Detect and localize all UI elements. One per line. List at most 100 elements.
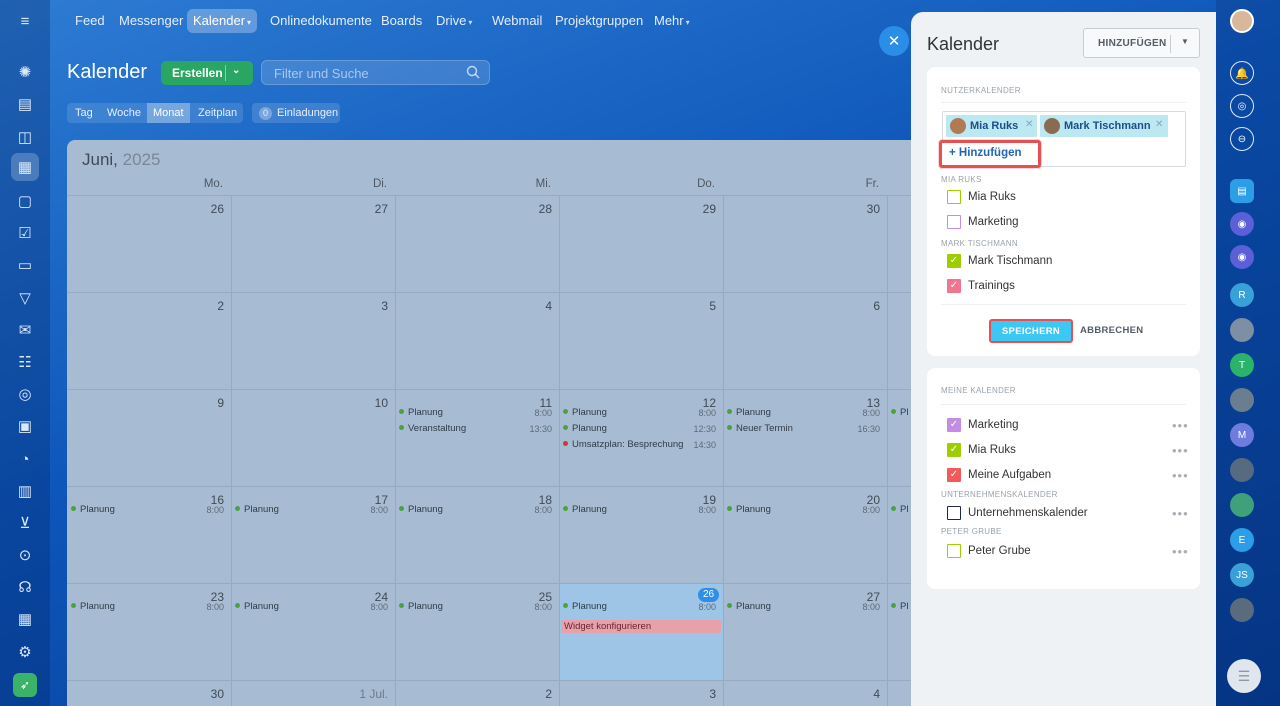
calendar-checkbox-row[interactable]: ✓ Mia Ruks (947, 443, 1187, 459)
chevron-down-icon[interactable]: ▼ (1181, 37, 1189, 46)
tab-month[interactable]: Monat (147, 103, 190, 123)
close-icon[interactable]: ✕ (879, 26, 909, 56)
user-avatar[interactable] (1230, 458, 1254, 482)
day-number[interactable]: 3 (676, 687, 716, 701)
groups-icon[interactable]: ☷ (13, 350, 37, 374)
user-avatar[interactable] (1230, 598, 1254, 622)
remove-icon[interactable]: ✕ (1155, 119, 1163, 130)
calendar-icon[interactable]: ▦ (11, 153, 39, 181)
checkbox[interactable]: ✓ (947, 418, 961, 432)
inventory-icon[interactable]: ▦ (13, 607, 37, 631)
widget-event[interactable]: Widget konfigurieren (561, 620, 721, 633)
search-input[interactable]: Filter und Suche (261, 60, 490, 85)
calendar-event-clipped[interactable]: Pl (891, 407, 908, 419)
crm-icon[interactable]: ▽ (13, 286, 37, 310)
calendar-checkbox-row[interactable]: ✓ Meine Aufgaben (947, 468, 1187, 484)
day-number[interactable]: 1 Jul. (348, 687, 388, 701)
cart-icon[interactable]: ⊻ (13, 511, 37, 535)
calendar-event[interactable]: Planung (399, 601, 443, 613)
day-number[interactable]: 6 (840, 299, 880, 313)
calendar-event[interactable]: Umsatzplan: Besprechung (563, 439, 683, 451)
user-avatar[interactable] (1230, 388, 1254, 412)
calendar-checkbox-row[interactable]: Peter Grube (947, 544, 1187, 560)
day-number[interactable]: 5 (676, 299, 716, 313)
day-number[interactable]: 30 (184, 687, 224, 701)
calendar-checkbox-row[interactable]: ✓ Mark Tischmann (947, 254, 1187, 270)
calendar-event[interactable]: Planung (727, 601, 771, 613)
menu-icon[interactable]: ≡ (13, 9, 37, 33)
feed-icon[interactable]: ▤ (13, 92, 37, 116)
channel-avatar[interactable]: ◉ (1230, 212, 1254, 236)
create-button[interactable]: Erstellen ⌄ (161, 61, 253, 85)
calendar-event[interactable]: Planung (399, 504, 443, 516)
pulse-icon[interactable]: ✺ (13, 60, 37, 84)
robot-icon[interactable]: ☊ (13, 575, 37, 599)
calendar-event[interactable]: Planung (235, 504, 279, 516)
checkbox[interactable]: ✓ (947, 254, 961, 268)
more-icon[interactable]: ••• (1172, 444, 1189, 457)
channel-avatar[interactable]: ◉ (1230, 245, 1254, 269)
user-avatar[interactable] (1230, 493, 1254, 517)
day-number[interactable]: 28 (512, 202, 552, 216)
calendar-event[interactable]: Planung (71, 504, 115, 516)
nav-calendar[interactable]: Kalender ▾ (187, 9, 258, 33)
user-avatar[interactable] (1230, 318, 1254, 342)
nav-drive[interactable]: Drive ▾ (430, 9, 478, 33)
checkbox[interactable]: ✓ (947, 468, 961, 482)
pulse-icon[interactable]: ◎ (1230, 94, 1254, 118)
current-user-avatar[interactable] (1230, 9, 1254, 33)
chat-avatar[interactable]: E (1230, 528, 1254, 552)
rocket-icon[interactable]: ➶ (13, 673, 37, 697)
checkbox[interactable]: ✓ (947, 279, 961, 293)
calendar-event-clipped[interactable]: Pl (891, 601, 908, 613)
nav-webmail[interactable]: Webmail (486, 9, 548, 33)
chat-widget-button[interactable]: ☰ (1227, 659, 1261, 693)
checkbox[interactable]: ✓ (947, 443, 961, 457)
invitations-button[interactable]: 0 Einladungen (252, 103, 340, 123)
board-icon[interactable]: ▣ (13, 414, 37, 438)
tab-week[interactable]: Woche (101, 103, 147, 123)
tickets-icon[interactable]: ⊙ (13, 543, 37, 567)
day-number[interactable]: 26 (184, 202, 224, 216)
tab-schedule[interactable]: Zeitplan (192, 103, 243, 123)
calendar-event[interactable]: Planung (563, 407, 607, 419)
calendar-event[interactable]: Planung (235, 601, 279, 613)
more-icon[interactable]: ••• (1172, 469, 1189, 482)
analytics-icon[interactable]: ▥ (13, 479, 37, 503)
day-number[interactable]: 30 (840, 202, 880, 216)
add-user-button[interactable]: + Hinzufügen (939, 140, 1041, 168)
calendar-event[interactable]: Veranstaltung (399, 423, 466, 435)
day-number[interactable]: 2 (184, 299, 224, 313)
day-number[interactable]: 4 (512, 299, 552, 313)
add-calendar-button[interactable]: HINZUFÜGEN ▼ (1083, 28, 1200, 58)
checkbox[interactable] (947, 190, 961, 204)
more-icon[interactable]: ••• (1172, 507, 1189, 520)
nav-online-documents[interactable]: Onlinedokumente (264, 9, 378, 33)
nav-boards[interactable]: Boards (375, 9, 428, 33)
calendar-event-clipped[interactable]: Pl (891, 504, 908, 516)
nav-more[interactable]: Mehr ▾ (648, 9, 696, 33)
messenger-icon[interactable]: ◫ (13, 125, 37, 149)
sites-icon[interactable]: ◎ (13, 382, 37, 406)
day-number[interactable]: 27 (348, 202, 388, 216)
chat-avatar[interactable]: M (1230, 423, 1254, 447)
chat-avatar[interactable]: JS (1230, 563, 1254, 587)
search-icon[interactable] (466, 65, 480, 84)
calendar-checkbox-row[interactable]: Unternehmenskalender (947, 506, 1187, 522)
day-number[interactable]: 9 (184, 396, 224, 410)
tasks-icon[interactable]: ☑ (13, 221, 37, 245)
user-selector[interactable]: Mia Ruks ✕ Mark Tischmann ✕ + Hinzufügen (939, 111, 1186, 168)
calendar-event[interactable]: Planung (399, 407, 443, 419)
checkbox[interactable] (947, 544, 961, 558)
calendar-event[interactable]: Neuer Termin (727, 423, 793, 435)
calendar-checkbox-row[interactable]: Marketing (947, 215, 1187, 231)
calendar-checkbox-row[interactable]: Mia Ruks (947, 190, 1187, 206)
settings-icon[interactable]: ⚙ (13, 640, 37, 664)
remove-icon[interactable]: ✕ (1025, 119, 1033, 130)
nav-project-groups[interactable]: Projektgruppen (549, 9, 649, 33)
day-number[interactable]: 3 (348, 299, 388, 313)
calendar-event[interactable]: Planung (563, 423, 607, 435)
calendar-checkbox-row[interactable]: ✓ Marketing (947, 418, 1187, 434)
calendar-event[interactable]: Planung (563, 504, 607, 516)
calendar-event[interactable]: Planung (563, 601, 607, 613)
